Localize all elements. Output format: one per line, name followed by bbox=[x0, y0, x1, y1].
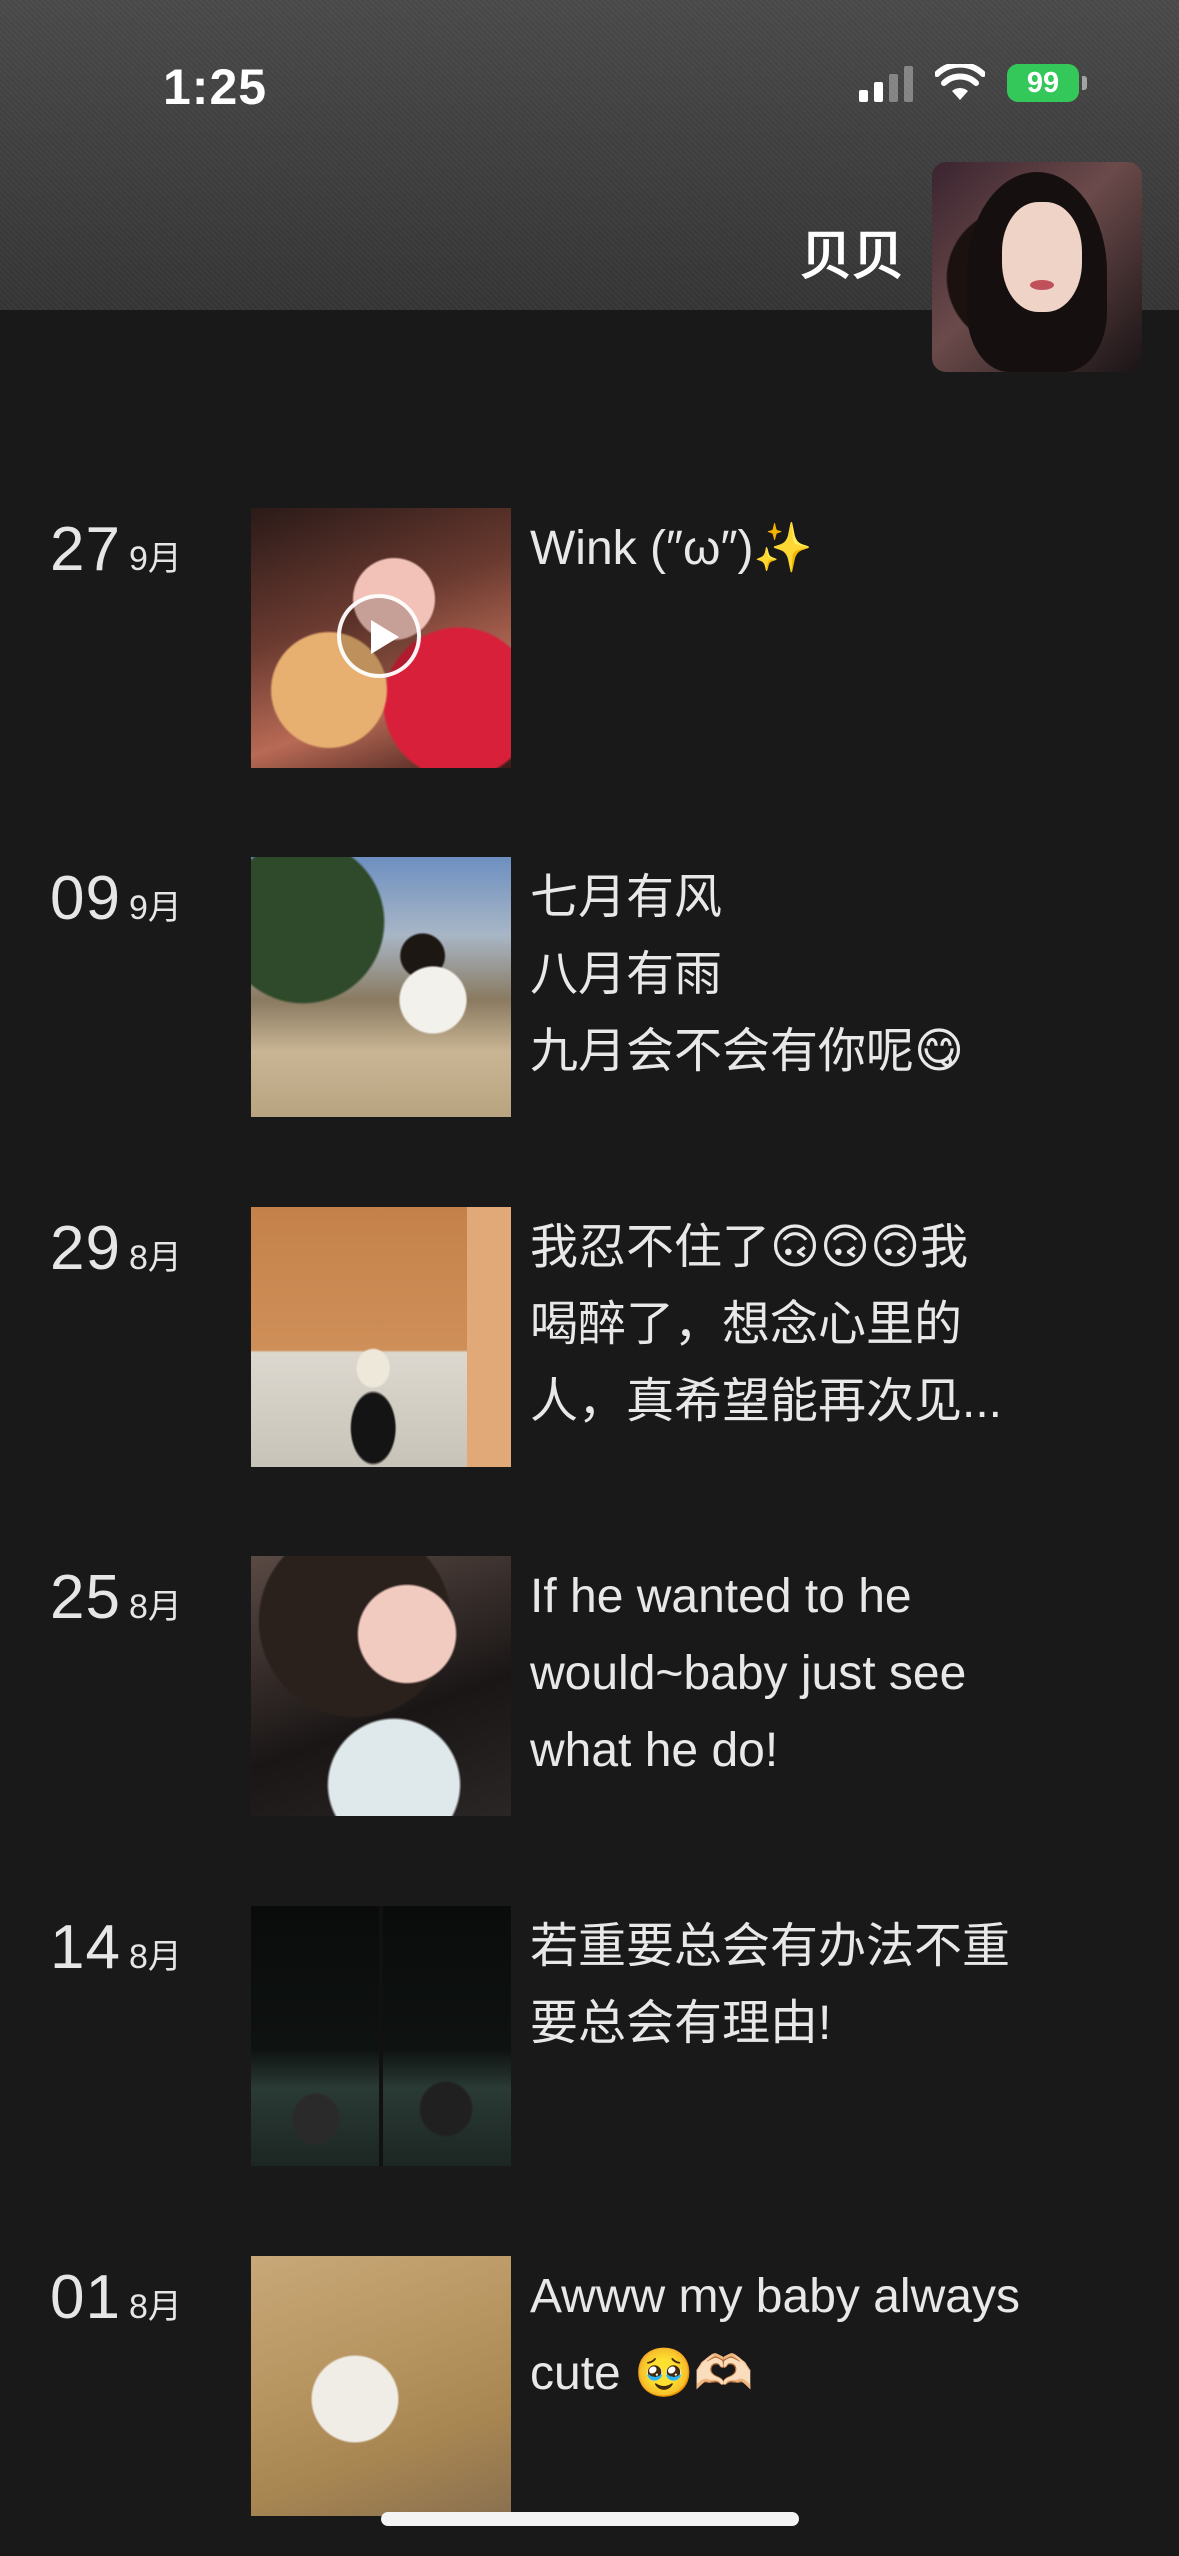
cellular-signal-icon bbox=[859, 64, 913, 102]
post-caption: 我忍不住了🙃🙃🙃我 喝醉了，想念心里的 人，真希望能再次见... bbox=[530, 1209, 1090, 1440]
post-thumbnail[interactable] bbox=[251, 1906, 511, 2166]
status-indicators: 99 bbox=[859, 64, 1087, 102]
caption-line: 喝醉了，想念心里的 bbox=[530, 1298, 963, 1351]
caption-line: cute 🥹🫶🏻 bbox=[530, 2347, 754, 2400]
post-date: 14 8月 bbox=[50, 1912, 182, 1983]
list-item[interactable]: 09 9月 七月有风 八月有雨 九月会不会有你呢😋 bbox=[0, 857, 1179, 1117]
post-month: 8月 bbox=[128, 1588, 182, 1626]
play-icon[interactable] bbox=[337, 594, 421, 678]
home-indicator[interactable] bbox=[381, 2512, 799, 2526]
post-day: 29 bbox=[50, 1214, 121, 1283]
post-thumbnail[interactable] bbox=[251, 2256, 511, 2516]
post-month: 8月 bbox=[128, 1938, 182, 1976]
post-day: 25 bbox=[50, 1563, 121, 1632]
caption-line: would~baby just see bbox=[530, 1647, 967, 1700]
caption-line: 九月会不会有你呢😋 bbox=[530, 1025, 965, 1078]
post-date: 25 8月 bbox=[50, 1562, 182, 1633]
post-date: 01 8月 bbox=[50, 2262, 182, 2333]
wifi-icon bbox=[935, 64, 985, 100]
collage-divider bbox=[379, 1906, 383, 2166]
caption-line: If he wanted to he bbox=[530, 1570, 912, 1623]
post-date: 27 9月 bbox=[50, 514, 182, 585]
post-month: 8月 bbox=[128, 2288, 182, 2326]
profile-name: 贝贝 bbox=[799, 228, 904, 286]
list-item[interactable]: 14 8月 若重要总会有办法不重 要总会有理由! bbox=[0, 1906, 1179, 2166]
post-caption: 七月有风 八月有雨 九月会不会有你呢😋 bbox=[530, 859, 1090, 1090]
avatar[interactable] bbox=[932, 162, 1142, 372]
caption-line: what he do! bbox=[530, 1724, 779, 1777]
post-month: 9月 bbox=[128, 540, 182, 578]
battery-level: 99 bbox=[1026, 66, 1060, 99]
caption-line: Wink (″ω″)✨ bbox=[530, 522, 814, 575]
caption-line: 若重要总会有办法不重 bbox=[530, 1920, 1011, 1973]
list-item[interactable]: 27 9月 Wink (″ω″)✨ bbox=[0, 508, 1179, 768]
post-date: 29 8月 bbox=[50, 1213, 182, 1284]
post-thumbnail[interactable] bbox=[251, 508, 511, 768]
caption-line: 七月有风 bbox=[530, 871, 723, 924]
post-caption: 若重要总会有办法不重 要总会有理由! bbox=[530, 1908, 1090, 2062]
status-time: 1:25 bbox=[163, 59, 268, 115]
post-thumbnail[interactable] bbox=[251, 1207, 511, 1467]
battery-indicator: 99 bbox=[1007, 64, 1087, 102]
caption-line: 要总会有理由! bbox=[530, 1997, 832, 2050]
post-thumbnail[interactable] bbox=[251, 1556, 511, 1816]
list-item[interactable]: 29 8月 我忍不住了🙃🙃🙃我 喝醉了，想念心里的 人，真希望能再次见... bbox=[0, 1207, 1179, 1467]
caption-line: Awww my baby always bbox=[530, 2270, 1020, 2323]
post-day: 01 bbox=[50, 2263, 121, 2332]
post-month: 8月 bbox=[128, 1239, 182, 1277]
caption-line: 八月有雨 bbox=[530, 948, 723, 1001]
post-caption: If he wanted to he would~baby just see w… bbox=[530, 1558, 1090, 1789]
list-item[interactable]: 01 8月 Awww my baby always cute 🥹🫶🏻 bbox=[0, 2256, 1179, 2516]
post-day: 09 bbox=[50, 864, 121, 933]
list-item[interactable]: 25 8月 If he wanted to he would~baby just… bbox=[0, 1556, 1179, 1816]
post-day: 27 bbox=[50, 515, 121, 584]
post-caption: Wink (″ω″)✨ bbox=[530, 510, 1090, 587]
caption-line: 我忍不住了🙃🙃🙃我 bbox=[530, 1221, 969, 1274]
caption-line: 人，真希望能再次见... bbox=[530, 1375, 1003, 1428]
post-thumbnail[interactable] bbox=[251, 857, 511, 1117]
post-day: 14 bbox=[50, 1913, 121, 1982]
post-date: 09 9月 bbox=[50, 863, 182, 934]
post-month: 9月 bbox=[128, 889, 182, 927]
post-caption: Awww my baby always cute 🥹🫶🏻 bbox=[530, 2258, 1090, 2412]
